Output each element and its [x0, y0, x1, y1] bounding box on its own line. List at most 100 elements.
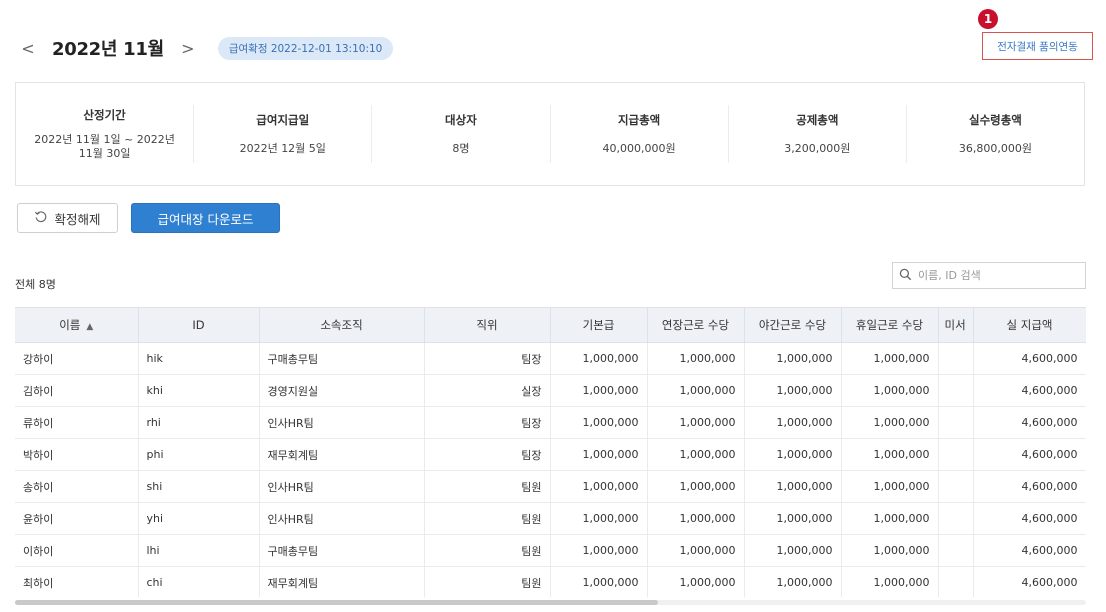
- cell-net-pay: 4,600,000: [973, 534, 1086, 567]
- prev-month-button[interactable]: <: [18, 39, 38, 58]
- cell-holiday: 1,000,000: [841, 470, 939, 503]
- summary-value: 8명: [452, 142, 470, 155]
- cell-base-pay: 1,000,000: [550, 438, 648, 471]
- cell-name: 이하이: [15, 534, 139, 567]
- cell-base-pay: 1,000,000: [550, 342, 648, 375]
- table-row[interactable]: 송하이 shi 인사HR팀 팀원 1,000,000 1,000,000 1,000,000…: [15, 470, 1086, 503]
- cell-position: 팀장: [424, 438, 551, 471]
- month-header: < 2022년 11월 > 급여확정 2022-12-01 13:10:10: [18, 34, 394, 62]
- cell-name: 최하이: [15, 566, 139, 597]
- summary-value: 2022년 12월 5일: [239, 142, 326, 155]
- cell-org: 재무회계팀: [259, 438, 425, 471]
- column-header-overtime[interactable]: 연장근로 수당: [647, 307, 745, 343]
- cell-position: 팀원: [424, 534, 551, 567]
- undo-confirm-label: 확정해제: [54, 211, 101, 227]
- next-month-button[interactable]: >: [178, 39, 198, 58]
- payroll-table-wrap: 이름 ▲ ID 소속조직 직위 기본급 연장근로 수당 야간근로 수당 휴일근로 …: [15, 307, 1086, 597]
- summary-value: 36,800,000원: [958, 142, 1032, 155]
- cell-position: 팀원: [424, 502, 551, 535]
- cell-base-pay: 1,000,000: [550, 406, 648, 439]
- summary-label: 산정기간: [83, 108, 126, 122]
- summary-label: 공제총액: [796, 113, 839, 127]
- cell-id: lhi: [138, 534, 260, 567]
- column-header-base-pay[interactable]: 기본급: [550, 307, 648, 343]
- summary-total-deduction: 공제총액 3,200,000원: [727, 105, 906, 163]
- cell-name: 박하이: [15, 438, 139, 471]
- undo-confirm-button[interactable]: 확정해제: [17, 203, 118, 233]
- cell-truncated: [938, 534, 974, 567]
- cell-name: 윤하이: [15, 502, 139, 535]
- table-row[interactable]: 윤하이 yhi 인사HR팀 팀원 1,000,000 1,000,000 1,000,000…: [15, 502, 1086, 535]
- table-row[interactable]: 류하이 rhi 인사HR팀 팀장 1,000,000 1,000,000 1,000,000…: [15, 406, 1086, 439]
- cell-night: 1,000,000: [744, 470, 842, 503]
- cell-truncated: [938, 566, 974, 597]
- cell-truncated: [938, 406, 974, 439]
- summary-label: 급여지급일: [256, 113, 310, 127]
- cell-org: 구매총무팀: [259, 534, 425, 567]
- cell-id: chi: [138, 566, 260, 597]
- cell-org: 인사HR팀: [259, 406, 425, 439]
- cell-overtime: 1,000,000: [647, 566, 745, 597]
- horizontal-scrollbar-thumb[interactable]: [15, 600, 658, 605]
- cell-net-pay: 4,600,000: [973, 438, 1086, 471]
- payroll-table: 이름 ▲ ID 소속조직 직위 기본급 연장근로 수당 야간근로 수당 휴일근로 …: [15, 307, 1086, 597]
- table-header-row: 이름 ▲ ID 소속조직 직위 기본급 연장근로 수당 야간근로 수당 휴일근로 …: [15, 307, 1086, 343]
- cell-night: 1,000,000: [744, 502, 842, 535]
- total-count: 전체 8명: [15, 278, 56, 291]
- cell-position: 실장: [424, 374, 551, 407]
- status-badge: 급여확정 2022-12-01 13:10:10: [217, 36, 394, 60]
- column-header-truncated[interactable]: 미서: [938, 307, 974, 343]
- cell-org: 재무회계팀: [259, 566, 425, 597]
- search-input[interactable]: [916, 268, 1080, 283]
- summary-net-total: 실수령총액 36,800,000원: [905, 105, 1084, 163]
- summary-label: 지급총액: [617, 113, 661, 127]
- summary-value: 2022년 11월 1일 ~ 2022년 11월 30일: [34, 133, 175, 160]
- summary-targets: 대상자 8명: [371, 105, 549, 163]
- table-row[interactable]: 최하이 chi 재무회계팀 팀원 1,000,000 1,000,000 1,000,000…: [15, 566, 1086, 597]
- column-header-night[interactable]: 야간근로 수당: [744, 307, 842, 343]
- month-title: 2022년 11월: [52, 39, 164, 60]
- column-header-id[interactable]: ID: [138, 307, 260, 343]
- cell-base-pay: 1,000,000: [550, 502, 648, 535]
- cell-holiday: 1,000,000: [841, 502, 939, 535]
- cell-holiday: 1,000,000: [841, 534, 939, 567]
- cell-night: 1,000,000: [744, 438, 842, 471]
- cell-org: 구매총무팀: [259, 342, 425, 375]
- cell-id: phi: [138, 438, 260, 471]
- cell-base-pay: 1,000,000: [550, 566, 648, 597]
- cell-org: 인사HR팀: [259, 502, 425, 535]
- search-box[interactable]: [892, 262, 1086, 289]
- column-header-position[interactable]: 직위: [424, 307, 551, 343]
- cell-overtime: 1,000,000: [647, 374, 745, 407]
- cell-id: rhi: [138, 406, 260, 439]
- table-row[interactable]: 이하이 lhi 구매총무팀 팀원 1,000,000 1,000,000 1,000,000…: [15, 534, 1086, 567]
- cell-night: 1,000,000: [744, 374, 842, 407]
- cell-holiday: 1,000,000: [841, 566, 939, 597]
- column-header-org[interactable]: 소속조직: [259, 307, 425, 343]
- cell-net-pay: 4,600,000: [973, 470, 1086, 503]
- cell-org: 인사HR팀: [259, 470, 425, 503]
- cell-net-pay: 4,600,000: [973, 342, 1086, 375]
- cell-id: shi: [138, 470, 260, 503]
- summary-period: 산정기간 2022년 11월 1일 ~ 2022년 11월 30일: [16, 105, 193, 163]
- cell-overtime: 1,000,000: [647, 534, 745, 567]
- approval-link[interactable]: 전자결재 품의연동: [982, 32, 1093, 60]
- cell-net-pay: 4,600,000: [973, 566, 1086, 597]
- cell-night: 1,000,000: [744, 534, 842, 567]
- table-row[interactable]: 박하이 phi 재무회계팀 팀장 1,000,000 1,000,000 1,000,000…: [15, 438, 1086, 471]
- cell-truncated: [938, 342, 974, 375]
- table-row[interactable]: 강하이 hik 구매총무팀 팀장 1,000,000 1,000,000 1,000,000…: [15, 342, 1086, 375]
- cell-holiday: 1,000,000: [841, 406, 939, 439]
- cell-name: 류하이: [15, 406, 139, 439]
- cell-name: 김하이: [15, 374, 139, 407]
- column-header-net-pay[interactable]: 실 지급액: [973, 307, 1086, 343]
- cell-overtime: 1,000,000: [647, 342, 745, 375]
- cell-night: 1,000,000: [744, 566, 842, 597]
- download-ledger-button[interactable]: 급여대장 다운로드: [131, 203, 280, 233]
- cell-position: 팀장: [424, 342, 551, 375]
- column-header-name[interactable]: 이름 ▲: [15, 307, 139, 343]
- column-header-holiday[interactable]: 휴일근로 수당: [841, 307, 939, 343]
- cell-org: 경영지원실: [259, 374, 425, 407]
- table-row[interactable]: 김하이 khi 경영지원실 실장 1,000,000 1,000,000 1,000,000…: [15, 374, 1086, 407]
- cell-truncated: [938, 374, 974, 407]
